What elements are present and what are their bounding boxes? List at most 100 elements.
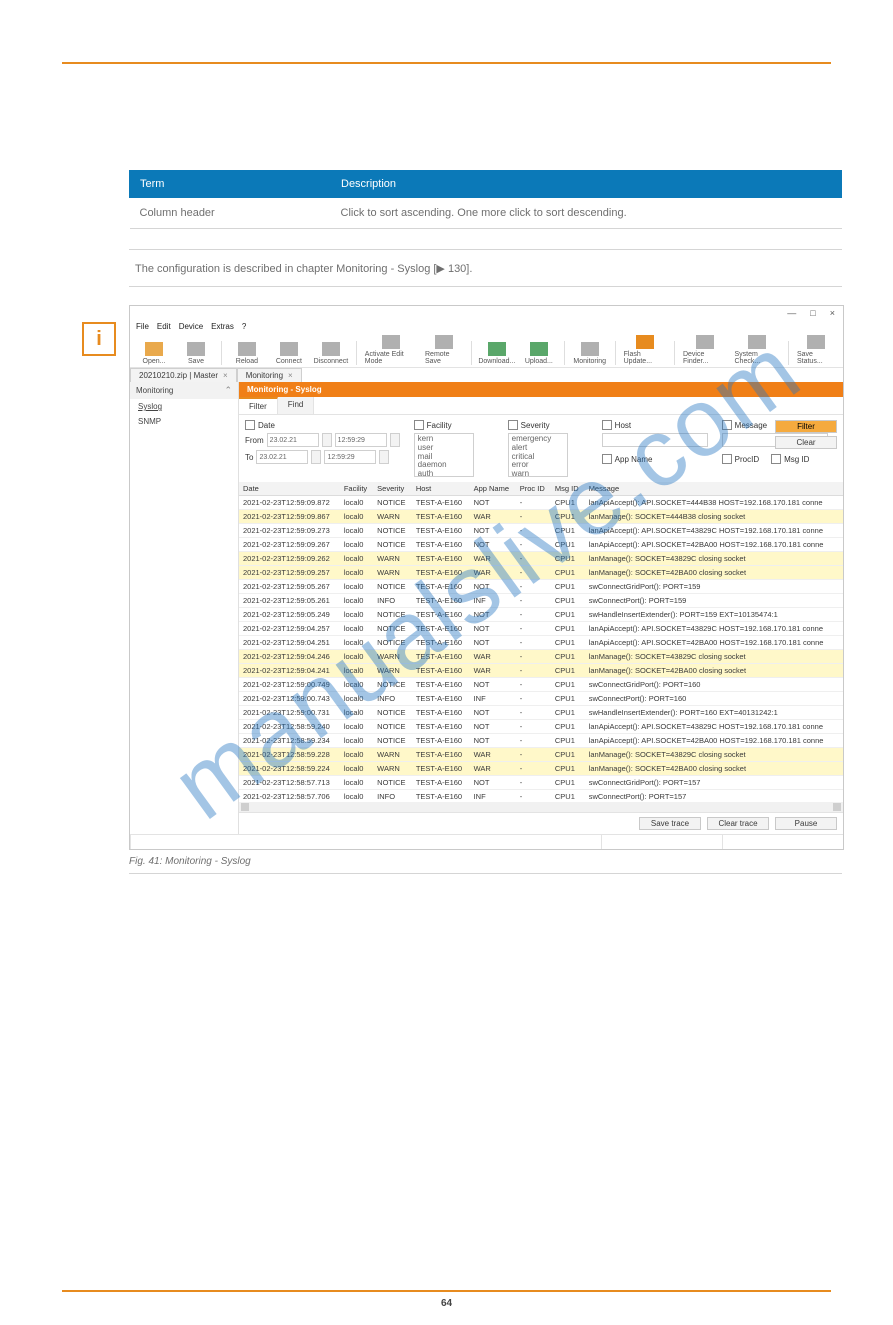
sidebar-header[interactable]: Monitoring ⌃ xyxy=(130,382,238,399)
table-row[interactable]: 2021-02-23T12:59:05.261local0INFOTEST-A-… xyxy=(239,594,843,608)
table-row[interactable]: 2021-02-23T12:58:59.224local0WARNTEST-A-… xyxy=(239,762,843,776)
from-date-spinner[interactable] xyxy=(322,433,332,447)
from-date-input[interactable]: 23.02.21 xyxy=(267,433,319,447)
table-row[interactable]: 2021-02-23T12:59:00.749local0NOTICETEST-… xyxy=(239,678,843,692)
table-row[interactable]: 2021-02-23T12:59:05.267local0NOTICETEST-… xyxy=(239,580,843,594)
date-checkbox[interactable] xyxy=(245,420,255,430)
sidebar-item-snmp[interactable]: SNMP xyxy=(130,414,238,429)
table-row[interactable]: 2021-02-23T12:59:04.241local0WARNTEST-A-… xyxy=(239,664,843,678)
table-row[interactable]: 2021-02-23T12:59:09.872local0NOTICETEST-… xyxy=(239,496,843,510)
severity-list[interactable]: emergencyalertcriticalerrorwarn xyxy=(508,433,568,477)
footer-buttons: Save trace Clear trace Pause xyxy=(239,812,843,834)
toolbar-download[interactable]: Download... xyxy=(477,342,517,365)
table-row[interactable]: 2021-02-23T12:58:59.240local0NOTICETEST-… xyxy=(239,720,843,734)
save-trace-button[interactable]: Save trace xyxy=(639,817,701,830)
toolbar-system-check[interactable]: System Check... xyxy=(732,335,784,365)
pause-button[interactable]: Pause xyxy=(775,817,837,830)
toolbar: Open...Save ReloadConnectDisconnect Activa… xyxy=(130,333,843,368)
host-input[interactable] xyxy=(602,433,708,447)
table-row[interactable]: 2021-02-23T12:58:57.713local0NOTICETEST-… xyxy=(239,776,843,790)
subtab-find[interactable]: Find xyxy=(278,397,315,414)
table-row[interactable]: 2021-02-23T12:59:09.257local0WARNTEST-A-… xyxy=(239,566,843,580)
window-minimize-button[interactable]: — xyxy=(787,308,796,318)
severity-checkbox[interactable] xyxy=(508,420,518,430)
procid-checkbox[interactable] xyxy=(722,454,732,464)
table-row[interactable]: 2021-02-23T12:58:59.234local0NOTICETEST-… xyxy=(239,734,843,748)
menu-device[interactable]: Device xyxy=(179,322,203,331)
menu-extras[interactable]: Extras xyxy=(211,322,234,331)
table-row[interactable]: 2021-02-23T12:59:00.731local0NOTICETEST-… xyxy=(239,706,843,720)
footer-page-number: 64 xyxy=(441,1298,452,1309)
toolbar-open[interactable]: Open... xyxy=(134,342,174,365)
window-close-button[interactable]: × xyxy=(830,308,835,318)
subtab-filter[interactable]: Filter xyxy=(239,397,278,414)
collapse-icon[interactable]: ⌃ xyxy=(224,385,232,396)
date-label: Date xyxy=(258,421,275,430)
toolbar-save[interactable]: Save xyxy=(176,342,216,365)
table-row[interactable]: 2021-02-23T12:59:09.273local0NOTICETEST-… xyxy=(239,524,843,538)
menu-edit[interactable]: Edit xyxy=(157,322,171,331)
toolbar-upload[interactable]: Upload... xyxy=(519,342,559,365)
host-label: Host xyxy=(615,421,631,430)
from-time-spinner[interactable] xyxy=(390,433,400,447)
activate-edit-mode-icon xyxy=(382,335,400,349)
scroll-right-icon[interactable] xyxy=(833,803,841,811)
column-header[interactable]: Proc ID xyxy=(516,482,551,496)
toolbar-remote-save[interactable]: Remote Save xyxy=(422,335,466,365)
filter-button[interactable]: Filter xyxy=(775,420,837,433)
msgid-checkbox[interactable] xyxy=(771,454,781,464)
message-checkbox[interactable] xyxy=(722,420,732,430)
table-row[interactable]: 2021-02-23T12:59:04.257local0NOTICETEST-… xyxy=(239,622,843,636)
flash-update-icon xyxy=(636,335,654,349)
menu-file[interactable]: File xyxy=(136,322,149,331)
disconnect-icon xyxy=(322,342,340,356)
document-tab[interactable]: Monitoring× xyxy=(237,368,302,382)
toolbar-connect[interactable]: Connect xyxy=(269,342,309,365)
to-time-spinner[interactable] xyxy=(379,450,389,464)
document-tab[interactable]: 20210210.zip | Master× xyxy=(130,368,237,382)
table-row[interactable]: 2021-02-23T12:58:59.228local0WARNTEST-A-… xyxy=(239,748,843,762)
toolbar-monitoring[interactable]: Monitoring xyxy=(570,342,610,365)
horizontal-scrollbar[interactable] xyxy=(239,802,843,812)
facility-list[interactable]: kernusermaildaemonauth xyxy=(414,433,474,477)
toolbar-flash-update[interactable]: Flash Update... xyxy=(621,335,669,365)
to-date-spinner[interactable] xyxy=(311,450,321,464)
table-row[interactable]: 2021-02-23T12:59:04.251local0NOTICETEST-… xyxy=(239,636,843,650)
window-maximize-button[interactable]: □ xyxy=(810,308,815,318)
facility-option[interactable]: auth xyxy=(418,470,470,477)
to-time-input[interactable]: 12:59:29 xyxy=(324,450,376,464)
document-tabs: 20210210.zip | Master×Monitoring× xyxy=(130,368,843,382)
column-header[interactable]: Date xyxy=(239,482,340,496)
close-tab-icon[interactable]: × xyxy=(288,371,293,380)
clear-trace-button[interactable]: Clear trace xyxy=(707,817,769,830)
column-header[interactable]: Msg ID xyxy=(551,482,585,496)
table-row[interactable]: 2021-02-23T12:58:57.706local0INFOTEST-A-… xyxy=(239,790,843,803)
sidebar-item-syslog[interactable]: Syslog xyxy=(130,399,238,414)
table-row[interactable]: 2021-02-23T12:59:09.867local0WARNTEST-A-… xyxy=(239,510,843,524)
toolbar-disconnect[interactable]: Disconnect xyxy=(311,342,351,365)
column-header[interactable]: Severity xyxy=(373,482,412,496)
appname-checkbox[interactable] xyxy=(602,454,612,464)
toolbar-activate-edit-mode[interactable]: Activate Edit Mode xyxy=(362,335,420,365)
menu-help[interactable]: ? xyxy=(242,322,246,331)
column-header[interactable]: App Name xyxy=(470,482,516,496)
toolbar-reload[interactable]: Reload xyxy=(227,342,267,365)
from-time-input[interactable]: 12:59:29 xyxy=(335,433,387,447)
table-row[interactable]: 2021-02-23T12:59:00.743local0INFOTEST-A-… xyxy=(239,692,843,706)
to-date-input[interactable]: 23.02.21 xyxy=(256,450,308,464)
close-tab-icon[interactable]: × xyxy=(223,371,228,380)
table-row[interactable]: 2021-02-23T12:59:09.267local0NOTICETEST-… xyxy=(239,538,843,552)
clear-button[interactable]: Clear xyxy=(775,436,837,449)
table-row[interactable]: 2021-02-23T12:59:05.249local0NOTICETEST-… xyxy=(239,608,843,622)
facility-checkbox[interactable] xyxy=(414,420,424,430)
column-header[interactable]: Message xyxy=(585,482,843,496)
host-checkbox[interactable] xyxy=(602,420,612,430)
scroll-left-icon[interactable] xyxy=(241,803,249,811)
table-row[interactable]: 2021-02-23T12:59:04.246local0WARNTEST-A-… xyxy=(239,650,843,664)
severity-option[interactable]: warn xyxy=(512,470,564,477)
toolbar-save-status[interactable]: Save Status... xyxy=(794,335,839,365)
column-header[interactable]: Host xyxy=(412,482,470,496)
toolbar-device-finder[interactable]: Device Finder... xyxy=(680,335,730,365)
table-row[interactable]: 2021-02-23T12:59:09.262local0WARNTEST-A-… xyxy=(239,552,843,566)
column-header[interactable]: Facility xyxy=(340,482,373,496)
